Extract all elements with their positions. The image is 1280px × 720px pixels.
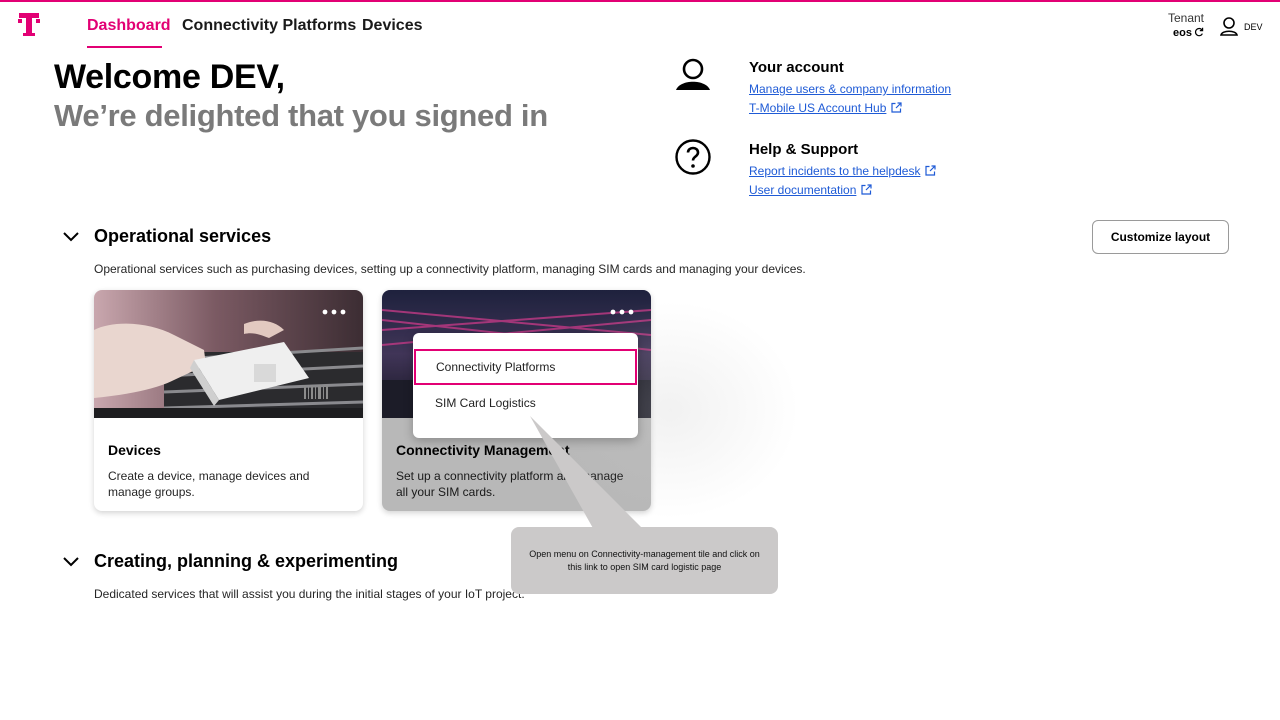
menu-item-connectivity-platforms[interactable]: Connectivity Platforms — [414, 349, 637, 385]
nav-connectivity-platforms[interactable]: Connectivity Platforms — [182, 17, 356, 35]
customize-layout-button[interactable]: Customize layout — [1092, 220, 1229, 254]
account-hub-link[interactable]: T-Mobile US Account Hub — [749, 101, 903, 115]
devices-tile[interactable]: Devices Create a device, manage devices … — [94, 290, 363, 511]
operational-services-description: Operational services such as purchasing … — [94, 262, 806, 276]
external-link-icon — [891, 102, 903, 113]
active-nav-indicator — [87, 46, 162, 48]
chevron-down-icon[interactable] — [62, 556, 80, 568]
creating-planning-title: Creating, planning & experimenting — [94, 551, 399, 571]
help-support-title: Help & Support — [749, 141, 859, 158]
tenant-switcher[interactable]: Tenant eos — [1166, 11, 1204, 40]
user-icon[interactable] — [1219, 16, 1239, 36]
external-link-icon — [861, 184, 872, 195]
devices-tile-description: Create a device, manage devices and mana… — [108, 469, 310, 499]
account-icon — [676, 58, 710, 90]
welcome-subheading: We’re delighted that you signed in — [54, 98, 548, 133]
nav-devices[interactable]: Devices — [362, 17, 423, 35]
top-navigation-bar: Dashboard Connectivity Platforms Devices… — [0, 2, 1280, 50]
tenant-label: Tenant — [1167, 11, 1204, 25]
more-options-icon[interactable] — [321, 308, 347, 316]
callout-pointer — [530, 416, 644, 530]
report-incidents-link[interactable]: Report incidents to the helpdesk — [749, 164, 937, 178]
external-link-icon — [925, 165, 937, 176]
help-icon — [675, 139, 711, 175]
t-logo-icon[interactable] — [18, 12, 40, 38]
creating-planning-description: Dedicated services that will assist you … — [94, 587, 525, 601]
manage-users-link[interactable]: Manage users & company information — [749, 82, 951, 96]
operational-services-title: Operational services — [94, 226, 272, 246]
nav-dashboard[interactable]: Dashboard — [87, 17, 171, 35]
welcome-heading: Welcome DEV, — [54, 58, 285, 96]
refresh-icon[interactable] — [1194, 27, 1204, 37]
user-label[interactable]: DEV — [1244, 22, 1263, 32]
user-documentation-link[interactable]: User documentation — [749, 183, 872, 197]
your-account-title: Your account — [749, 59, 844, 76]
chevron-down-icon[interactable] — [62, 231, 80, 243]
devices-tile-title: Devices — [108, 442, 161, 458]
tenant-value: eos — [1173, 27, 1192, 39]
tutorial-callout: Open menu on Connectivity-management til… — [511, 527, 778, 594]
callout-text: Open menu on Connectivity-management til… — [529, 548, 760, 572]
